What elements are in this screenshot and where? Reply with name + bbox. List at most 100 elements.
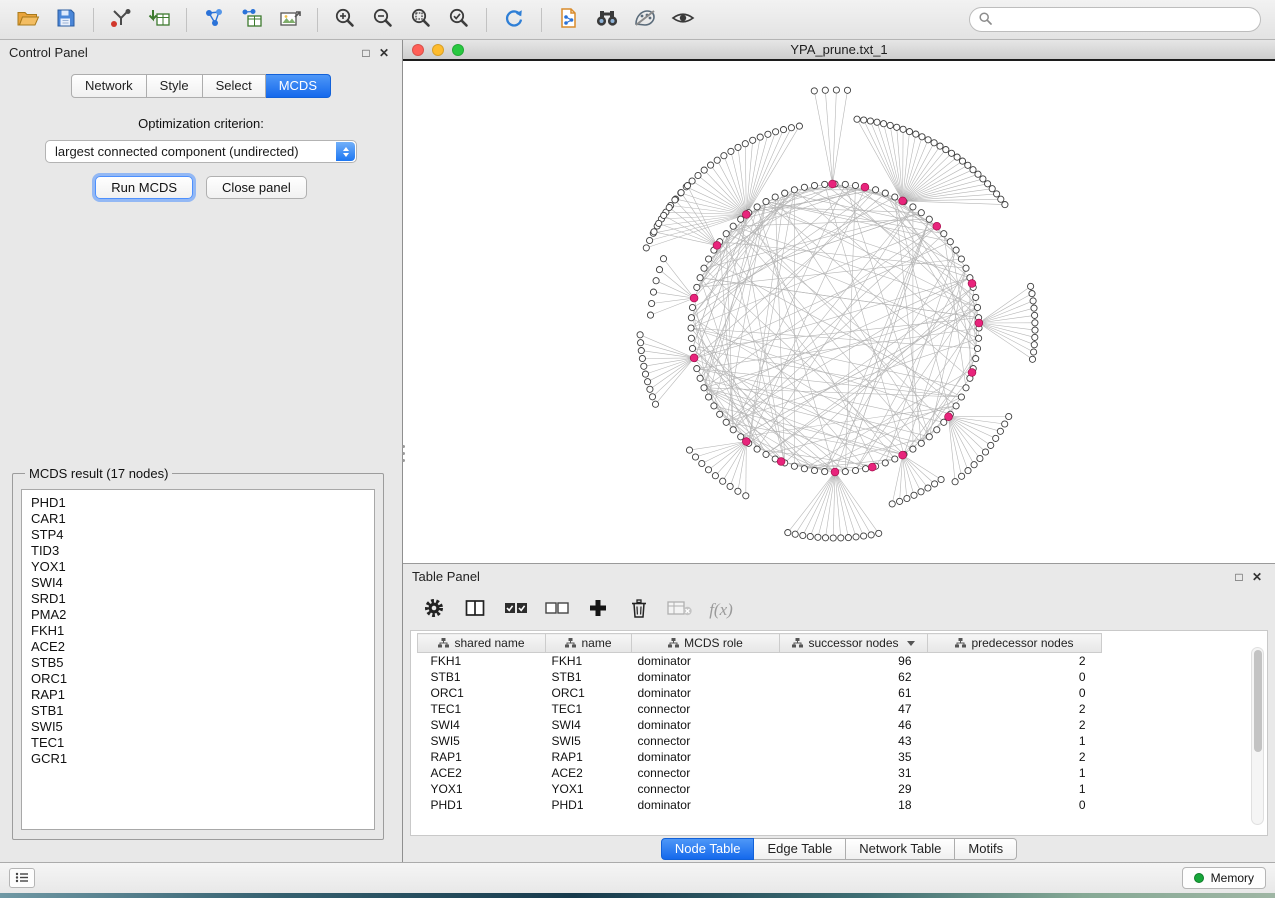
mcds-result-item[interactable]: TID3 <box>22 543 374 559</box>
mcds-result-item[interactable]: CAR1 <box>22 511 374 527</box>
float-table-panel-icon[interactable]: □ <box>1230 568 1248 586</box>
find-button[interactable] <box>589 5 625 35</box>
table-cell: SWI4 <box>418 717 546 733</box>
close-panel-icon[interactable]: ✕ <box>375 44 393 62</box>
table-row[interactable]: ORC1ORC1dominator610 <box>418 685 1108 701</box>
table-cell: PHD1 <box>418 797 546 813</box>
show-columns-button[interactable] <box>462 597 488 623</box>
mcds-result-item[interactable]: ACE2 <box>22 639 374 655</box>
table-row[interactable]: PHD1PHD1dominator180 <box>418 797 1108 813</box>
minimize-window-icon[interactable] <box>432 44 444 56</box>
optimization-criterion-label: Optimization criterion: <box>0 116 402 131</box>
mcds-result-item[interactable]: SWI5 <box>22 719 374 735</box>
table-scrollbar[interactable] <box>1251 647 1264 825</box>
tab-network-table[interactable]: Network Table <box>846 838 955 860</box>
zoom-selected-button[interactable] <box>441 5 477 35</box>
list-menu-icon <box>15 871 29 886</box>
table-cell: SWI5 <box>418 733 546 749</box>
column-header-successor-nodes[interactable]: successor nodes <box>780 634 928 653</box>
new-network-button[interactable] <box>196 5 232 35</box>
mcds-result-item[interactable]: PHD1 <box>22 495 374 511</box>
table-row[interactable]: STB1STB1dominator620 <box>418 669 1108 685</box>
mcds-result-list[interactable]: PHD1CAR1STP4TID3YOX1SWI4SRD1PMA2FKH1ACE2… <box>21 489 375 830</box>
tab-select[interactable]: Select <box>203 74 266 98</box>
create-column-button[interactable] <box>585 597 611 623</box>
unchecked-boxes-icon <box>545 601 569 618</box>
toolbar-separator <box>486 8 487 32</box>
show-hide-button[interactable] <box>665 5 701 35</box>
mcds-result-item[interactable]: PMA2 <box>22 607 374 623</box>
right-area: YPA_prune.txt_1 Table Panel □ ✕ <box>403 40 1275 862</box>
mcds-result-item[interactable]: YOX1 <box>22 559 374 575</box>
table-row[interactable]: ACE2ACE2connector311 <box>418 765 1108 781</box>
tab-style[interactable]: Style <box>147 74 203 98</box>
column-header-MCDS-role[interactable]: MCDS role <box>632 634 780 653</box>
table-settings-button[interactable] <box>421 597 447 623</box>
copy-style-button[interactable] <box>551 5 587 35</box>
mcds-result-item[interactable]: RAP1 <box>22 687 374 703</box>
run-mcds-button[interactable]: Run MCDS <box>95 176 193 199</box>
open-session-button[interactable] <box>10 5 46 35</box>
deselect-all-columns-button[interactable] <box>544 597 570 623</box>
export-image-icon <box>278 8 302 31</box>
mcds-result-item[interactable]: SRD1 <box>22 591 374 607</box>
tab-motifs[interactable]: Motifs <box>955 838 1017 860</box>
table-row[interactable]: RAP1RAP1dominator352 <box>418 749 1108 765</box>
table-row[interactable]: TEC1TEC1connector472 <box>418 701 1108 717</box>
checked-boxes-icon <box>504 601 528 618</box>
export-image-button[interactable] <box>272 5 308 35</box>
mcds-result-item[interactable]: STB1 <box>22 703 374 719</box>
node-table[interactable]: shared namenameMCDS rolesuccessor nodesp… <box>417 633 1107 813</box>
optimization-criterion-select[interactable]: largest connected component (undirected) <box>45 140 357 163</box>
tab-network[interactable]: Network <box>71 74 147 98</box>
close-panel-button[interactable]: Close panel <box>206 176 307 199</box>
table-cell: 61 <box>780 685 928 701</box>
open-folder-icon <box>16 8 40 31</box>
binoculars-icon <box>594 8 620 31</box>
network-canvas[interactable] <box>403 61 1275 563</box>
close-window-icon[interactable] <box>412 44 424 56</box>
zoom-out-button[interactable] <box>365 5 401 35</box>
table-row[interactable]: YOX1YOX1connector291 <box>418 781 1108 797</box>
mcds-result-item[interactable]: STP4 <box>22 527 374 543</box>
network-titlebar[interactable]: YPA_prune.txt_1 <box>403 40 1275 61</box>
delete-column-button[interactable] <box>626 597 652 623</box>
table-row[interactable]: SWI4SWI4dominator462 <box>418 717 1108 733</box>
table-row[interactable]: FKH1FKH1dominator962 <box>418 653 1108 669</box>
save-session-button[interactable] <box>48 5 84 35</box>
memory-button[interactable]: Memory <box>1182 867 1266 889</box>
zoom-fit-button[interactable] <box>403 5 439 35</box>
maximize-window-icon[interactable] <box>452 44 464 56</box>
panel-divider-grip[interactable] <box>400 445 406 462</box>
status-menu-button[interactable] <box>9 868 35 888</box>
style-toggle-button[interactable] <box>627 5 663 35</box>
column-header-predecessor-nodes[interactable]: predecessor nodes <box>928 634 1102 653</box>
mcds-result-item[interactable]: ORC1 <box>22 671 374 687</box>
table-toolbar: f(x) <box>403 589 1275 630</box>
mcds-result-item[interactable]: STB5 <box>22 655 374 671</box>
table-scrollbar-thumb[interactable] <box>1254 650 1262 752</box>
tab-node-table[interactable]: Node Table <box>661 838 755 860</box>
table-cell: STB1 <box>546 669 632 685</box>
close-table-panel-icon[interactable]: ✕ <box>1248 568 1266 586</box>
column-header-name[interactable]: name <box>546 634 632 653</box>
mcds-result-item[interactable]: TEC1 <box>22 735 374 751</box>
table-row[interactable]: SWI5SWI5connector431 <box>418 733 1108 749</box>
control-panel: Control Panel □ ✕ Network Style Select M… <box>0 40 403 862</box>
toolbar-separator <box>317 8 318 32</box>
clone-network-button[interactable] <box>234 5 270 35</box>
column-header-shared-name[interactable]: shared name <box>418 634 546 653</box>
table-cell: 0 <box>928 797 1102 813</box>
search-input[interactable] <box>998 12 1251 27</box>
import-table-button[interactable] <box>141 5 177 35</box>
mcds-result-item[interactable]: FKH1 <box>22 623 374 639</box>
select-all-columns-button[interactable] <box>503 597 529 623</box>
mcds-result-item[interactable]: GCR1 <box>22 751 374 767</box>
refresh-layout-button[interactable] <box>496 5 532 35</box>
float-panel-icon[interactable]: □ <box>357 44 375 62</box>
tab-mcds[interactable]: MCDS <box>266 74 331 98</box>
zoom-in-button[interactable] <box>327 5 363 35</box>
import-network-button[interactable] <box>103 5 139 35</box>
mcds-result-item[interactable]: SWI4 <box>22 575 374 591</box>
tab-edge-table[interactable]: Edge Table <box>754 838 846 860</box>
